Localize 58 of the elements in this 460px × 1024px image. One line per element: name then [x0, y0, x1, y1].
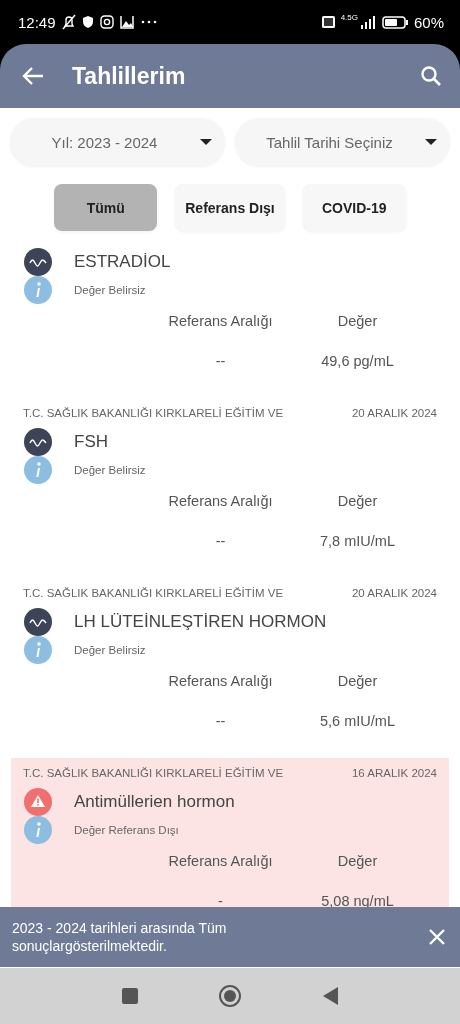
reference-range: --	[215, 352, 226, 371]
dropdown[interactable]: Yıl: 2023 - 2024	[10, 118, 225, 166]
more-icon	[139, 20, 158, 24]
filter-chip[interactable]: Tümü	[54, 184, 158, 231]
camera-icon	[99, 15, 114, 29]
caret-down-icon	[424, 138, 438, 146]
column-label: Referans Aralığı	[168, 492, 273, 511]
result-value: 5,08 ng/mL	[321, 892, 394, 911]
test-name: LH LÜTEİNLEŞTİREN HORMON	[74, 612, 327, 632]
reference-range: -	[218, 892, 223, 911]
caret-down-icon	[199, 138, 213, 146]
reference-range: --	[215, 712, 226, 731]
column-label: Referans Aralığı	[168, 312, 273, 331]
result-status: Değer Belirsiz	[74, 644, 146, 656]
search-button[interactable]	[420, 65, 442, 87]
home-button[interactable]	[219, 985, 241, 1007]
result-date: 20 ARALIK 2024	[351, 587, 437, 599]
filter-chip[interactable]: COVID-19	[302, 184, 406, 231]
column-label: Değer	[337, 852, 378, 871]
recents-button[interactable]	[119, 985, 141, 1007]
result-status: Değer Referans Dışı	[74, 824, 179, 836]
info-icon	[23, 635, 53, 665]
back-button[interactable]	[22, 66, 44, 86]
result-date: 16 ARALIK 2024	[351, 767, 437, 779]
image-icon	[119, 15, 134, 29]
signal-icon	[359, 15, 376, 29]
column-label: Referans Aralığı	[168, 852, 273, 871]
network-label: 4.5G	[340, 13, 358, 22]
lab-name: T.C. SAĞLIK BAKANLIĞI KIRKLARELİ EĞİTİM VE	[23, 407, 284, 419]
column-label: Değer	[337, 672, 378, 691]
column-label: Değer	[337, 312, 378, 331]
result-value: 5,6 mIU/mL	[320, 712, 395, 731]
column-label: Referans Aralığı	[168, 672, 273, 691]
result-status: Değer Belirsiz	[74, 464, 146, 476]
result-value: 49,6 pg/mL	[321, 352, 394, 371]
test-name: ESTRADİOL	[74, 252, 171, 272]
close-button[interactable]	[428, 928, 446, 946]
filter-chip[interactable]: Referans Dışı	[175, 184, 285, 231]
status-time: 12:49	[18, 13, 56, 31]
battery-level: 60%	[413, 13, 444, 31]
reference-range: --	[215, 532, 226, 551]
dropdown[interactable]: Tahlil Tarihi Seçiniz	[235, 118, 450, 166]
info-icon	[23, 815, 53, 845]
result-status: Değer Belirsiz	[74, 284, 146, 296]
shield-icon	[81, 15, 94, 29]
test-name: Antimüllerien hormon	[74, 792, 235, 812]
lab-name: T.C. SAĞLIK BAKANLIĞI KIRKLARELİ EĞİTİM VE	[23, 587, 284, 599]
result-date: 20 ARALIK 2024	[351, 407, 437, 419]
column-label: Değer	[337, 492, 378, 511]
snackbar-message: 2023 - 2024 tarihleri arasında Tüm sonuçlargösterilmektedir.	[12, 919, 228, 955]
warning-icon	[23, 787, 53, 817]
result-value: 7,8 mIU/mL	[320, 532, 395, 551]
lab-name: T.C. SAĞLIK BAKANLIĞI KIRKLARELİ EĞİTİM VE	[23, 767, 284, 779]
test-name: FSH	[74, 432, 108, 452]
info-icon	[23, 455, 53, 485]
info-icon	[23, 275, 53, 305]
screen-title: Tahlillerim	[72, 62, 187, 90]
battery-icon	[381, 15, 408, 29]
